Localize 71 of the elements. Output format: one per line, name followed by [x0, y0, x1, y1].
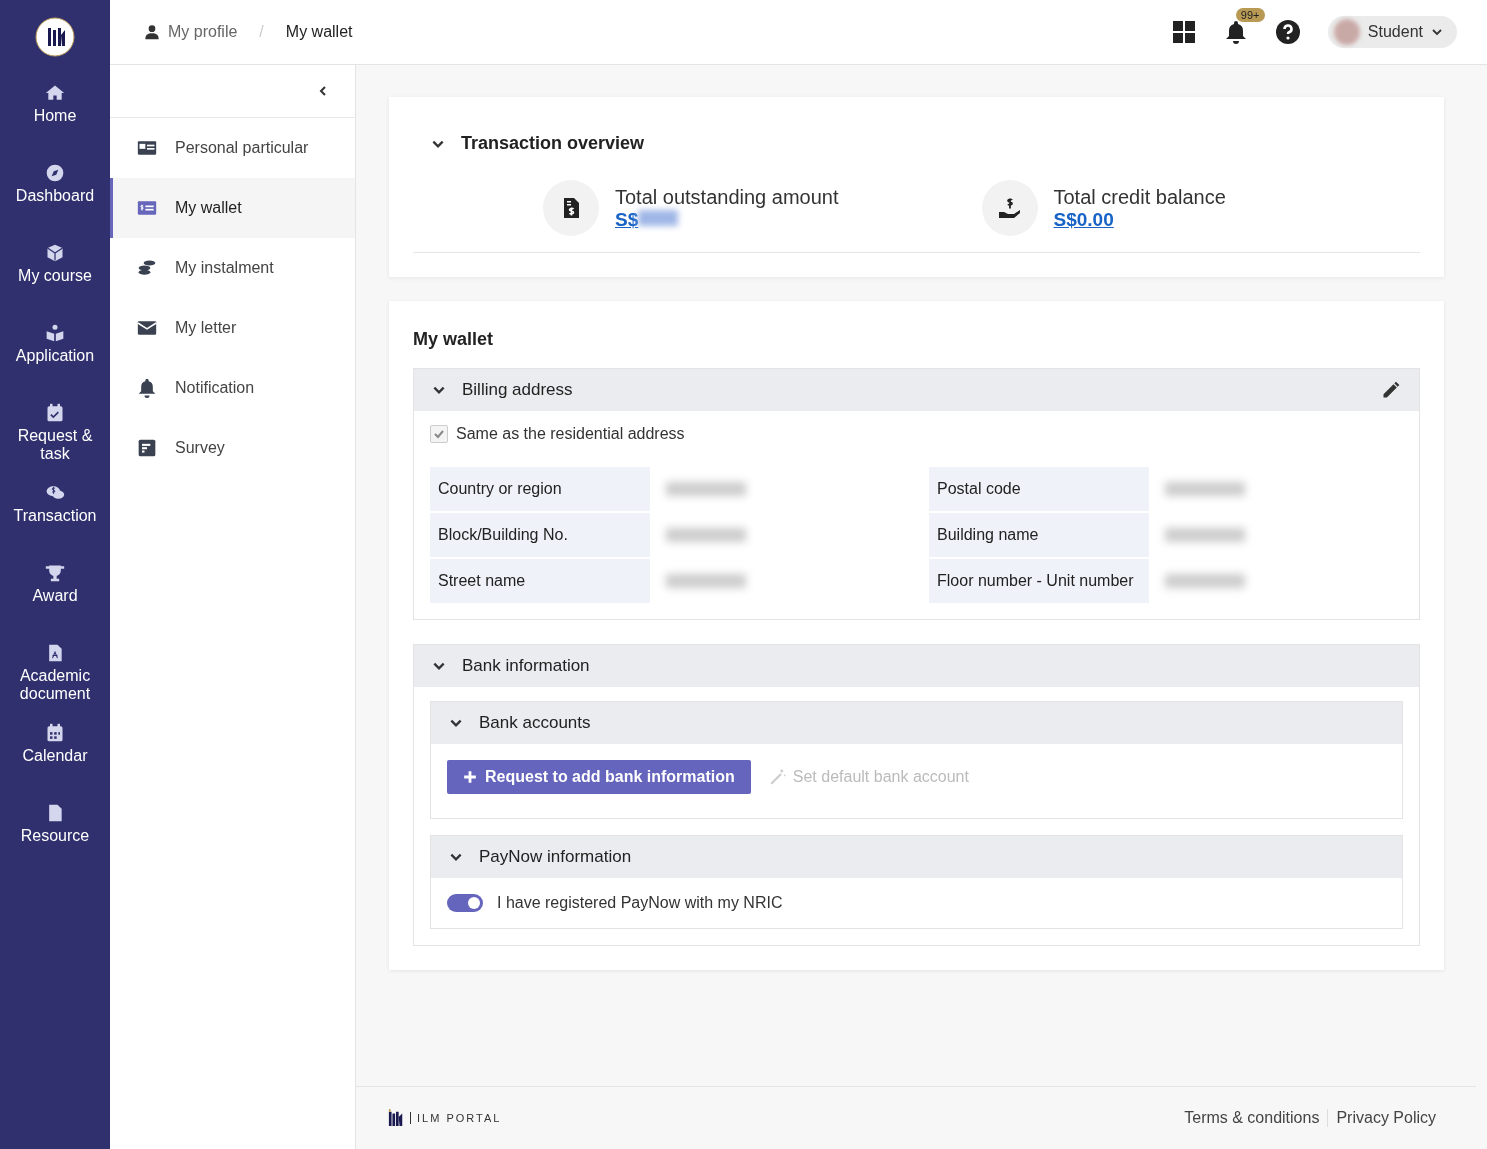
- breadcrumb-current: My wallet: [285, 23, 353, 41]
- profile-menu-item[interactable]: Notification: [110, 358, 355, 418]
- rail-nav-item[interactable]: Home: [0, 77, 110, 157]
- logo-icon: [388, 1107, 404, 1129]
- id-card-icon: [137, 138, 157, 158]
- coins-icon: [137, 258, 157, 278]
- profile-menu-item[interactable]: Survey: [110, 418, 355, 478]
- toggle-label: I have registered PayNow with my NRIC: [497, 894, 783, 912]
- toggle-switch[interactable]: [447, 894, 483, 912]
- plus-icon: [463, 770, 477, 784]
- trophy-icon: [45, 563, 65, 583]
- panel-title: PayNow information: [479, 847, 632, 867]
- checkbox-label: Same as the residential address: [456, 425, 685, 443]
- brand-name: ILM PORTAL: [410, 1112, 502, 1124]
- footer-link[interactable]: Terms & conditions: [1176, 1109, 1328, 1127]
- check-icon: [433, 428, 445, 440]
- stat-label: Total outstanding amount: [615, 185, 839, 209]
- field-label: Block/Building No.: [430, 513, 650, 557]
- rail-nav-item[interactable]: Dashboard: [0, 157, 110, 237]
- magic-wand-icon: [768, 768, 787, 786]
- edit-icon[interactable]: [1381, 380, 1401, 400]
- field-label: Floor number - Unit number: [929, 559, 1149, 603]
- profile-menu-item[interactable]: My instalment: [110, 238, 355, 298]
- add-button[interactable]: Request to add bank information: [447, 760, 751, 794]
- book-reader-icon: [45, 323, 65, 343]
- envelope-icon: [137, 318, 157, 338]
- avatar: [1333, 19, 1360, 45]
- help-icon: [1275, 20, 1300, 44]
- money-card-icon: [137, 198, 157, 218]
- chevron-down-icon: [1431, 26, 1443, 38]
- box-icon: [45, 243, 65, 263]
- chevron-left-icon[interactable]: [317, 85, 329, 97]
- stat-label: Total credit balance: [1053, 185, 1226, 209]
- amount-link[interactable]: S$: [615, 208, 679, 230]
- profile-menu-item[interactable]: Personal particular: [110, 118, 355, 178]
- field-label: Street name: [430, 559, 650, 603]
- breadcrumb-separator: /: [259, 23, 264, 41]
- field-label: Postal code: [929, 467, 1149, 511]
- rail-nav-item[interactable]: Academic document: [0, 637, 110, 717]
- panel-title: Bank accounts: [479, 713, 591, 733]
- rail-nav-item[interactable]: Resource: [0, 797, 110, 877]
- user-icon: [144, 24, 160, 40]
- rail-nav-item[interactable]: Application: [0, 317, 110, 397]
- checkbox[interactable]: [430, 425, 448, 443]
- profile-menu-item[interactable]: My letter: [110, 298, 355, 358]
- rail-nav-item[interactable]: My course: [0, 237, 110, 317]
- profile-menu-item[interactable]: My wallet: [110, 178, 355, 238]
- field-label: Building name: [929, 513, 1149, 557]
- compass-icon: [45, 163, 65, 183]
- panel-title: Bank information: [462, 656, 590, 676]
- breadcrumb-link[interactable]: My profile: [168, 23, 238, 41]
- rail-nav-item[interactable]: Transaction: [0, 477, 110, 557]
- hand-dollar-icon: [997, 196, 1022, 220]
- panel-title: Billing address: [462, 380, 573, 400]
- notification-badge: 99+: [1235, 8, 1265, 22]
- apps-grid-icon: [1171, 20, 1196, 44]
- bell-icon: [137, 378, 157, 398]
- field-label: Country or region: [430, 467, 650, 511]
- rail-nav-item[interactable]: Request & task: [0, 397, 110, 477]
- card-title: My wallet: [413, 329, 495, 350]
- rail-nav-item[interactable]: Calendar: [0, 717, 110, 797]
- rail-nav-item[interactable]: Award: [0, 557, 110, 637]
- user-menu-button[interactable]: Student: [1327, 16, 1457, 48]
- calendar-icon: [45, 723, 65, 743]
- survey-icon: [137, 438, 157, 458]
- calendar-check-icon: [45, 403, 65, 423]
- footer-link[interactable]: Privacy Policy: [1327, 1109, 1444, 1127]
- amount-link[interactable]: S$0.00: [1053, 208, 1114, 230]
- section-title: Transaction overview: [461, 133, 645, 154]
- logo-icon: [35, 17, 75, 57]
- home-icon: [45, 83, 65, 103]
